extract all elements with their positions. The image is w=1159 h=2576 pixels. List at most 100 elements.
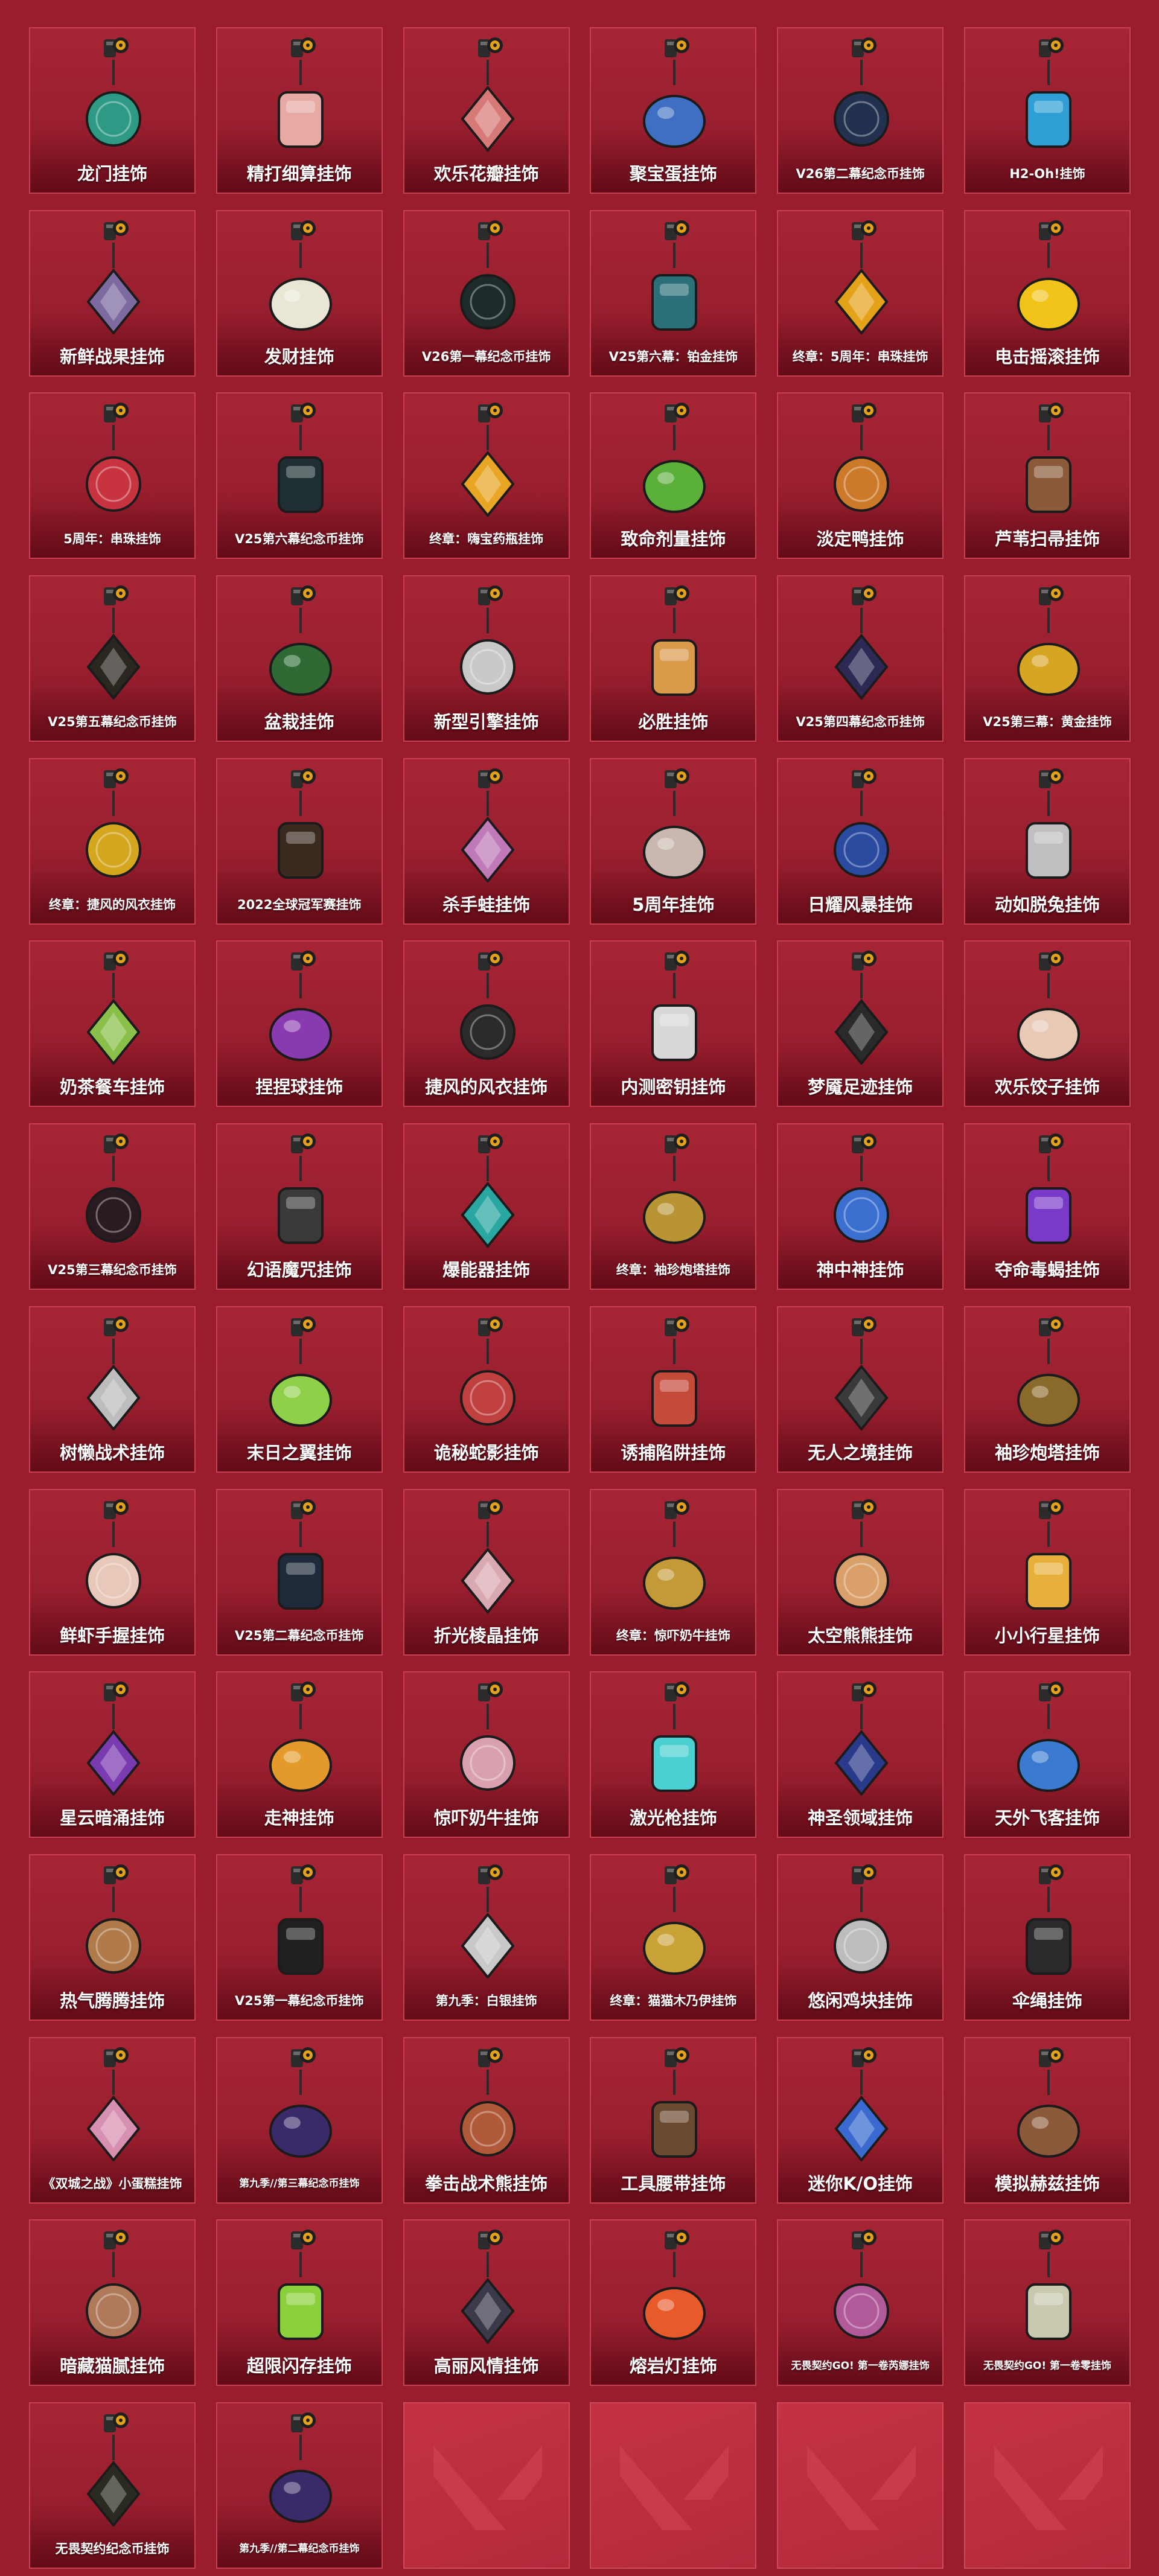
charm-tile-52[interactable]: 终章：惊吓奶牛挂饰	[590, 1488, 757, 1656]
charm-tile-61[interactable]: 热气腾腾挂饰	[29, 1854, 196, 2021]
charm-tile-29[interactable]: 日耀风暴挂饰	[777, 757, 944, 925]
charm-tile-49[interactable]: 鲜虾手握挂饰	[29, 1488, 196, 1656]
charm-tile-45[interactable]: 诡秘蛇影挂饰	[403, 1306, 570, 1473]
charm-tile-67[interactable]: 《双城之战》小蛋糕挂饰	[29, 2036, 196, 2204]
charm-tile-60[interactable]: 天外飞客挂饰	[963, 1671, 1131, 1838]
charm-name: V26第一幕纪念币挂饰	[421, 349, 551, 364]
charm-tile-39[interactable]: 爆能器挂饰	[403, 1123, 570, 1290]
charm-tile-71[interactable]: 迷你K/O挂饰	[777, 2036, 944, 2204]
charm-tile-6[interactable]: H2-Oh!挂饰	[963, 27, 1131, 194]
gun-buddy-clip-icon	[849, 581, 878, 609]
charm-tile-5[interactable]: V26第二幕纪念币挂饰	[777, 27, 944, 194]
charm-tile-14[interactable]: V25第六幕纪念币挂饰	[216, 392, 383, 560]
charm-tile-48[interactable]: 袖珍炮塔挂饰	[963, 1306, 1131, 1473]
charm-tile-16[interactable]: 致命剂量挂饰	[590, 392, 757, 560]
gun-buddy-clip-icon	[1036, 33, 1065, 61]
charm-tile-44[interactable]: 末日之翼挂饰	[216, 1306, 383, 1473]
charm-tile-20[interactable]: 盆栽挂饰	[216, 575, 383, 742]
charm-tile-59[interactable]: 神圣领域挂饰	[777, 1671, 944, 1838]
charm-tile-73[interactable]: 暗藏猫腻挂饰	[29, 2219, 196, 2386]
charm-tile-41[interactable]: 神中神挂饰	[777, 1123, 944, 1290]
gun-buddy-clip-icon	[101, 946, 130, 974]
charm-tile-66[interactable]: 伞绳挂饰	[963, 1854, 1131, 2021]
charm-tile-78[interactable]: 无畏契约GO! 第一卷零挂饰	[963, 2219, 1131, 2386]
electric-rock-charm-icon	[1000, 262, 1097, 334]
charm-tile-1[interactable]: 龙门挂饰	[29, 27, 196, 194]
charm-name: 无畏契约GO! 第一卷芮娜挂饰	[791, 2360, 930, 2373]
charm-tile-7[interactable]: 新鲜战果挂饰	[29, 209, 196, 377]
charm-name: 《双城之战》小蛋糕挂饰	[42, 2176, 182, 2191]
charm-tile-15[interactable]: 终章：嗨宝药瓶挂饰	[403, 392, 570, 560]
gun-buddy-clip-icon	[101, 2408, 130, 2436]
charm-tile-54[interactable]: 小小行星挂饰	[963, 1488, 1131, 1656]
charm-tile-3[interactable]: 欢乐花瓣挂饰	[403, 27, 570, 194]
charm-tile-40[interactable]: 终章：袖珍炮塔挂饰	[590, 1123, 757, 1290]
charm-tile-2[interactable]: 精打细算挂饰	[216, 27, 383, 194]
charm-tile-79[interactable]: 无畏契约纪念币挂饰	[29, 2402, 196, 2569]
charm-tile-72[interactable]: 模拟赫兹挂饰	[963, 2036, 1131, 2204]
charm-tile-11[interactable]: 终章：5周年：串珠挂饰	[777, 209, 944, 377]
charm-tile-12[interactable]: 电击摇滚挂饰	[963, 209, 1131, 377]
charm-tile-36[interactable]: 欢乐饺子挂饰	[963, 940, 1131, 1108]
charm-tile-43[interactable]: 树懒战术挂饰	[29, 1306, 196, 1473]
charm-name: 杀手蛙挂饰	[442, 894, 531, 915]
charm-tile-47[interactable]: 无人之境挂饰	[777, 1306, 944, 1473]
charm-name: 模拟赫兹挂饰	[994, 2173, 1100, 2194]
charm-tile-58[interactable]: 激光枪挂饰	[590, 1671, 757, 1838]
charm-name: 龙门挂饰	[77, 164, 147, 184]
charm-tile-25[interactable]: 终章：捷风的风衣挂饰	[29, 757, 196, 925]
charm-tile-53[interactable]: 太空熊熊挂饰	[777, 1488, 944, 1656]
charm-tile-42[interactable]: 夺命毒蝎挂饰	[963, 1123, 1131, 1290]
charm-tile-74[interactable]: 超限闪存挂饰	[216, 2219, 383, 2386]
pizza-slice-charm-icon	[626, 627, 723, 700]
charm-tile-8[interactable]: 发财挂饰	[216, 209, 383, 377]
gun-buddy-clip-icon	[101, 398, 130, 426]
charm-tile-80[interactable]: 第九季//第二幕纪念币挂饰	[216, 2402, 383, 2569]
charm-tile-24[interactable]: V25第三幕：黄金挂饰	[963, 575, 1131, 742]
gun-buddy-clip-icon	[476, 33, 505, 61]
charm-tile-33[interactable]: 捷风的风衣挂饰	[403, 940, 570, 1108]
charm-tile-50[interactable]: V25第二幕纪念币挂饰	[216, 1488, 383, 1656]
charm-name: 发财挂饰	[264, 346, 334, 367]
charm-tile-35[interactable]: 梦魇足迹挂饰	[777, 940, 944, 1108]
gun-buddy-clip-icon	[101, 1677, 130, 1705]
charm-tile-18[interactable]: 芦苇扫帚挂饰	[963, 392, 1131, 560]
charm-tile-4[interactable]: 聚宝蛋挂饰	[590, 27, 757, 194]
charm-tile-62[interactable]: V25第一幕纪念币挂饰	[216, 1854, 383, 2021]
gun-buddy-clip-icon	[849, 2043, 878, 2071]
charm-tile-63[interactable]: 第九季：白银挂饰	[403, 1854, 570, 2021]
charm-tile-31[interactable]: 奶茶餐车挂饰	[29, 940, 196, 1108]
charm-tile-75[interactable]: 高丽风情挂饰	[403, 2219, 570, 2386]
charm-tile-55[interactable]: 星云暗涌挂饰	[29, 1671, 196, 1838]
charm-tile-37[interactable]: V25第三幕纪念币挂饰	[29, 1123, 196, 1290]
charm-tile-64[interactable]: 终章：猫猫木乃伊挂饰	[590, 1854, 757, 2021]
charm-tile-32[interactable]: 捏捏球挂饰	[216, 940, 383, 1108]
charm-tile-28[interactable]: 5周年挂饰	[590, 757, 757, 925]
charm-tile-57[interactable]: 惊吓奶牛挂饰	[403, 1671, 570, 1838]
charm-tile-38[interactable]: 幻语魔咒挂饰	[216, 1123, 383, 1290]
charm-tile-77[interactable]: 无畏契约GO! 第一卷芮娜挂饰	[777, 2219, 944, 2386]
charm-tile-17[interactable]: 淡定鸭挂饰	[777, 392, 944, 560]
charm-tile-23[interactable]: V25第四幕纪念币挂饰	[777, 575, 944, 742]
charm-tile-13[interactable]: 5周年：串珠挂饰	[29, 392, 196, 560]
charm-tile-34[interactable]: 内测密钥挂饰	[590, 940, 757, 1108]
charm-tile-19[interactable]: V25第五幕纪念币挂饰	[29, 575, 196, 742]
charm-tile-9[interactable]: V26第一幕纪念币挂饰	[403, 209, 570, 377]
charm-tile-51[interactable]: 折光棱晶挂饰	[403, 1488, 570, 1656]
charm-tile-76[interactable]: 熔岩灯挂饰	[590, 2219, 757, 2386]
charm-tile-21[interactable]: 新型引擎挂饰	[403, 575, 570, 742]
charm-tile-70[interactable]: 工具腰带挂饰	[590, 2036, 757, 2204]
gun-buddy-clip-icon	[101, 33, 130, 61]
charm-tile-46[interactable]: 诱捕陷阱挂饰	[590, 1306, 757, 1473]
charm-tile-68[interactable]: 第九季//第三幕纪念币挂饰	[216, 2036, 383, 2204]
gun-buddy-clip-icon	[662, 1860, 691, 1888]
charm-tile-27[interactable]: 杀手蛙挂饰	[403, 757, 570, 925]
charm-tile-10[interactable]: V25第六幕：铂金挂饰	[590, 209, 757, 377]
charm-tile-69[interactable]: 拳击战术熊挂饰	[403, 2036, 570, 2204]
charm-tile-30[interactable]: 动如脱兔挂饰	[963, 757, 1131, 925]
charm-tile-65[interactable]: 悠闲鸡块挂饰	[777, 1854, 944, 2021]
charm-tile-56[interactable]: 走神挂饰	[216, 1671, 383, 1838]
charm-tile-22[interactable]: 必胜挂饰	[590, 575, 757, 742]
charm-name: 终章：惊吓奶牛挂饰	[616, 1628, 730, 1643]
charm-tile-26[interactable]: 2022全球冠军赛挂饰	[216, 757, 383, 925]
